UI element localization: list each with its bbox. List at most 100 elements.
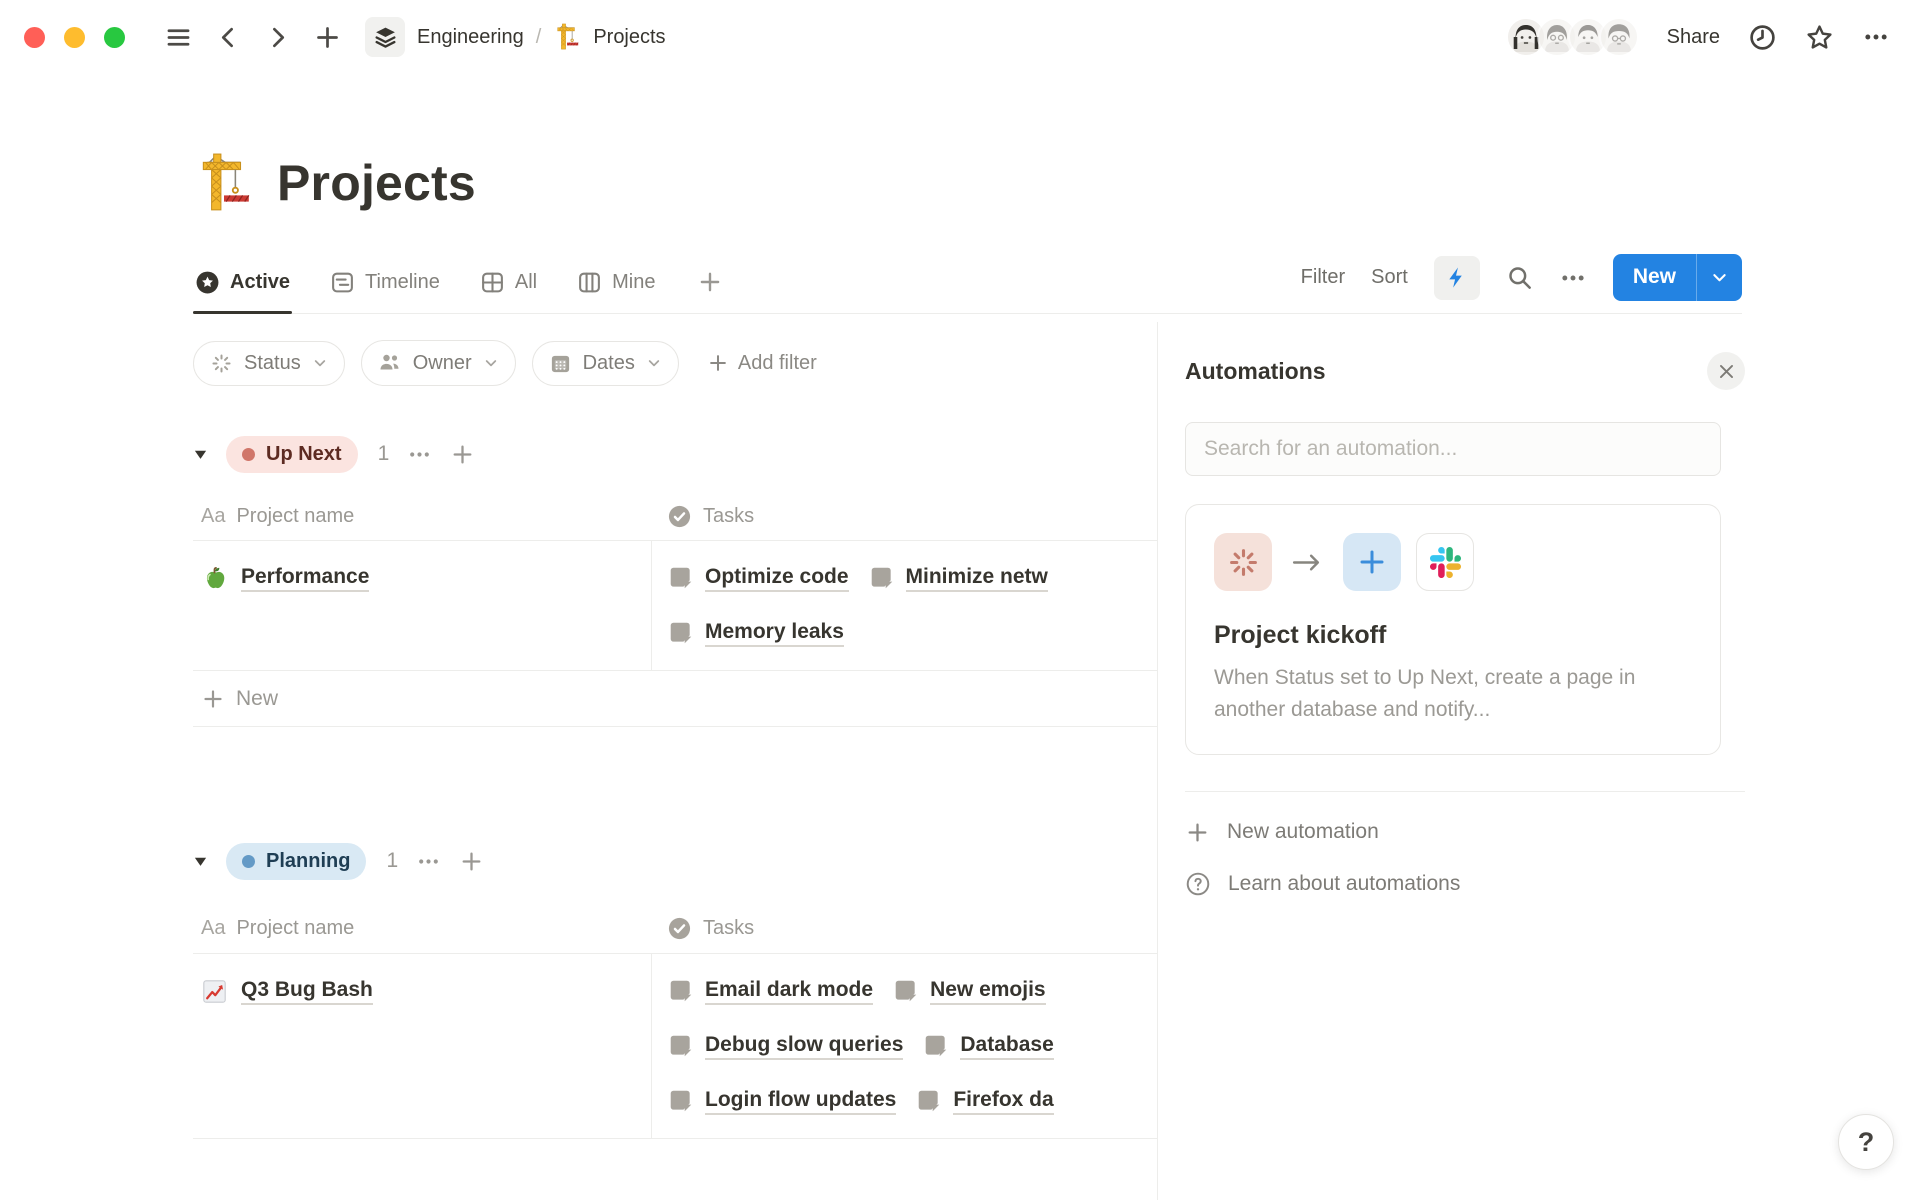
group-add-icon[interactable] — [459, 849, 484, 874]
add-filter-label: Add filter — [738, 352, 817, 375]
people-icon — [378, 351, 402, 375]
more-options-icon[interactable] — [1862, 23, 1890, 51]
teamspace-icon[interactable] — [365, 17, 405, 57]
status-badge[interactable]: Up Next — [226, 436, 358, 473]
page-icon — [668, 565, 694, 591]
chart-increasing-icon — [201, 978, 228, 1005]
window-controls — [24, 27, 125, 48]
group-planning: Planning 1 Aa Project name — [193, 839, 1157, 1139]
close-icon[interactable] — [1707, 352, 1745, 390]
minimize-window-button[interactable] — [64, 27, 85, 48]
task-page-link[interactable]: Debug slow queries — [668, 1025, 903, 1067]
add-view-icon[interactable] — [693, 259, 727, 313]
task-page-link[interactable]: Memory leaks — [668, 612, 844, 654]
new-automation-button[interactable]: New automation — [1185, 806, 1920, 858]
forward-icon[interactable] — [265, 25, 290, 50]
task-page-link[interactable]: New emojis — [893, 970, 1046, 1012]
view-options-icon[interactable] — [1559, 264, 1587, 292]
column-header-tasks[interactable]: Tasks — [651, 504, 1157, 529]
task-page-link[interactable]: Firefox da — [916, 1080, 1053, 1122]
new-page-icon[interactable] — [314, 24, 341, 51]
automation-card[interactable]: Project kickoff When Status set to Up Ne… — [1185, 504, 1721, 755]
updates-clock-icon[interactable] — [1748, 23, 1777, 52]
collapse-triangle-icon[interactable] — [193, 447, 208, 462]
filter-chip-owner[interactable]: Owner — [361, 340, 516, 386]
task-page-link[interactable]: Email dark mode — [668, 970, 873, 1012]
crane-icon[interactable] — [193, 152, 255, 214]
task-page-link[interactable]: Minimize netw — [869, 557, 1048, 599]
learn-about-automations-link[interactable]: Learn about automations — [1185, 858, 1920, 910]
plus-icon — [1185, 820, 1210, 845]
new-button-caret[interactable] — [1696, 254, 1742, 301]
tab-active[interactable]: Active — [193, 260, 292, 313]
text-property-icon: Aa — [201, 505, 225, 528]
topbar: Engineering / — [0, 0, 1920, 74]
star-circle-icon — [195, 270, 220, 295]
action-label: Learn about automations — [1228, 872, 1460, 896]
sort-button[interactable]: Sort — [1371, 266, 1408, 289]
status-dot — [242, 855, 255, 868]
automations-panel: Automations — [1157, 322, 1920, 1200]
panel-title: Automations — [1185, 358, 1326, 385]
new-button[interactable]: New — [1613, 254, 1696, 301]
tab-label: All — [515, 271, 537, 294]
app-window: Engineering / — [0, 0, 1920, 1200]
page-title-text[interactable]: Projects — [277, 154, 476, 212]
filter-chip-dates[interactable]: Dates — [532, 341, 679, 386]
back-icon[interactable] — [216, 25, 241, 50]
chip-label: Dates — [583, 352, 635, 375]
status-dot — [242, 448, 255, 461]
group-more-icon[interactable] — [416, 849, 441, 874]
status-burst-icon — [210, 352, 233, 375]
tasks-cell: Optimize code Minimize netw Memory leaks — [651, 541, 1157, 670]
chevron-down-icon — [483, 355, 499, 371]
page-title[interactable]: Projects — [193, 152, 1920, 214]
zoom-window-button[interactable] — [104, 27, 125, 48]
column-header-label: Project name — [236, 917, 354, 940]
favorite-star-icon[interactable] — [1805, 23, 1834, 52]
collapse-triangle-icon[interactable] — [193, 854, 208, 869]
avatar[interactable] — [1599, 17, 1639, 57]
group-more-icon[interactable] — [407, 442, 432, 467]
page-icon — [668, 620, 694, 646]
breadcrumb-workspace[interactable]: Engineering — [417, 26, 524, 49]
question-circle-icon — [1185, 871, 1211, 897]
group-up-next: Up Next 1 Aa Project name — [193, 432, 1157, 727]
automation-search-input[interactable] — [1185, 422, 1721, 476]
task-page-link[interactable]: Optimize code — [668, 557, 849, 599]
sidebar-menu-icon[interactable] — [165, 24, 192, 51]
check-circle-icon — [667, 916, 692, 941]
slack-icon — [1416, 533, 1474, 591]
task-page-link[interactable]: Login flow updates — [668, 1080, 896, 1122]
task-page-link[interactable]: Database — [923, 1025, 1053, 1067]
breadcrumb-page[interactable]: Projects — [593, 26, 665, 49]
page-icon — [923, 1033, 949, 1059]
filter-chip-status[interactable]: Status — [193, 341, 345, 386]
status-badge[interactable]: Planning — [226, 843, 366, 880]
tab-all[interactable]: All — [478, 260, 539, 313]
share-button[interactable]: Share — [1667, 26, 1720, 49]
tab-mine[interactable]: Mine — [575, 260, 657, 313]
status-badge-label: Planning — [266, 850, 350, 873]
action-label: New automation — [1227, 820, 1379, 844]
group-count: 1 — [378, 442, 390, 466]
project-page-link[interactable]: Performance — [241, 565, 369, 592]
add-filter-button[interactable]: Add filter — [707, 352, 817, 375]
group-count: 1 — [386, 849, 398, 873]
search-icon[interactable] — [1506, 264, 1533, 291]
group-add-icon[interactable] — [450, 442, 475, 467]
help-button[interactable]: ? — [1838, 1114, 1894, 1170]
breadcrumb-separator: / — [536, 26, 542, 49]
column-header-project-name[interactable]: Aa Project name — [193, 505, 651, 528]
filter-button[interactable]: Filter — [1301, 266, 1345, 289]
automations-lightning-icon[interactable] — [1434, 256, 1480, 300]
status-badge-label: Up Next — [266, 443, 342, 466]
close-window-button[interactable] — [24, 27, 45, 48]
page-icon — [668, 978, 694, 1004]
column-header-tasks[interactable]: Tasks — [651, 916, 1157, 941]
tab-timeline[interactable]: Timeline — [328, 260, 442, 313]
project-page-link[interactable]: Q3 Bug Bash — [241, 978, 373, 1005]
new-row-button[interactable]: New — [193, 671, 1157, 727]
column-header-label: Tasks — [703, 505, 754, 528]
column-header-project-name[interactable]: Aa Project name — [193, 917, 651, 940]
